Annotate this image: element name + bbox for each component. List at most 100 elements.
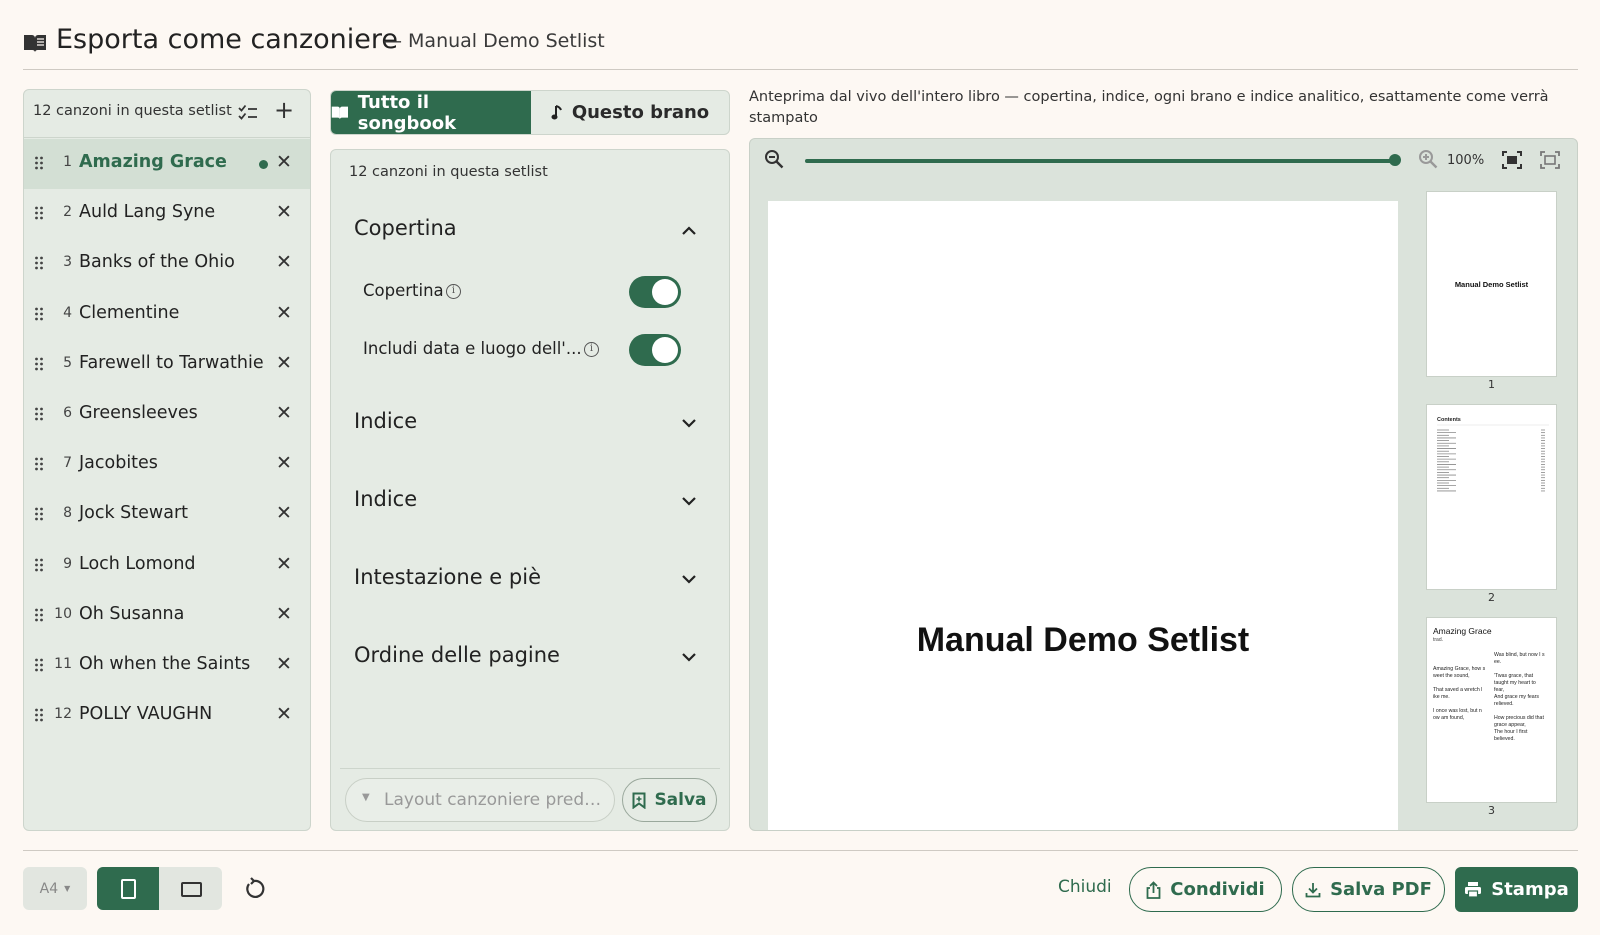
grip-icon[interactable]	[34, 307, 44, 321]
close-icon[interactable]: ✕	[276, 603, 292, 625]
chevron-up-icon[interactable]	[681, 226, 697, 236]
song-row[interactable]: 5 Farewell to Tarwathie ✕	[24, 340, 310, 390]
add-song-button[interactable]: +	[274, 96, 294, 124]
page-thumbnail[interactable]: Manual Demo Setlist	[1426, 191, 1557, 377]
song-row[interactable]: 11 Oh when the Saints ✕	[24, 641, 310, 691]
grip-icon[interactable]	[34, 507, 44, 521]
song-row[interactable]: 8 Jock Stewart ✕	[24, 490, 310, 540]
section-page-order[interactable]: Ordine delle pagine	[354, 643, 560, 667]
orientation-toggle	[97, 867, 222, 910]
section-analytic-index[interactable]: Indice	[354, 487, 417, 511]
song-row[interactable]: 12 POLLY VAUGHN ✕	[24, 691, 310, 741]
book-icon	[331, 106, 348, 120]
reset-icon[interactable]	[244, 877, 266, 899]
close-icon[interactable]: ✕	[276, 452, 292, 474]
cover-toggle-label: Copertina	[363, 281, 444, 300]
layout-preset-select[interactable]: ▼ Layout canzoniere prede...	[345, 778, 615, 822]
page-size-value: A4	[39, 880, 59, 897]
book-icon	[24, 35, 46, 52]
grip-icon[interactable]	[34, 708, 44, 722]
page-thumbnail[interactable]: Amazing Grace trad. Amazing Grace, how s…	[1426, 617, 1557, 803]
close-icon[interactable]: ✕	[276, 653, 292, 675]
save-layout-button[interactable]: Salva	[622, 778, 717, 822]
info-icon[interactable]: i	[584, 342, 599, 357]
close-icon[interactable]: ✕	[276, 251, 292, 273]
share-button[interactable]: Condividi	[1129, 867, 1282, 912]
song-number: 7	[63, 455, 72, 472]
song-row[interactable]: 6 Greensleeves ✕	[24, 390, 310, 440]
close-icon[interactable]: ✕	[276, 553, 292, 575]
song-number: 8	[63, 505, 72, 522]
song-title: Jacobites	[79, 453, 158, 474]
zoom-in-icon[interactable]	[1418, 149, 1438, 169]
save-pdf-button[interactable]: Salva PDF	[1292, 867, 1445, 912]
song-title: Auld Lang Syne	[79, 202, 216, 223]
song-number: 3	[63, 254, 72, 271]
zoom-out-icon[interactable]	[764, 149, 784, 169]
zoom-slider-track[interactable]	[805, 159, 1395, 163]
cover-toggle[interactable]	[629, 276, 681, 308]
song-row[interactable]: 9 Loch Lomond ✕	[24, 541, 310, 591]
close-icon[interactable]: ✕	[276, 703, 292, 725]
chevron-down-icon[interactable]	[681, 496, 697, 506]
setlist-panel: 12 canzoni in questa setlist + 1 Amazing …	[23, 89, 311, 831]
date-place-toggle[interactable]	[629, 334, 681, 366]
song-row[interactable]: 4 Clementine ✕	[24, 290, 310, 340]
export-scope-tabs: Tutto il songbook Questo brano	[330, 90, 730, 135]
grip-icon[interactable]	[34, 558, 44, 572]
share-icon	[1146, 880, 1161, 899]
section-index[interactable]: Indice	[354, 409, 417, 433]
section-cover[interactable]: Copertina	[354, 216, 457, 240]
portrait-button[interactable]	[97, 867, 159, 910]
chevron-down-icon[interactable]	[681, 418, 697, 428]
song-title: Banks of the Ohio	[79, 252, 235, 273]
download-icon	[1305, 882, 1321, 897]
dialog-title: Esporta come canzoniere	[56, 24, 398, 55]
song-number: 5	[63, 354, 72, 371]
chevron-down-icon[interactable]	[681, 652, 697, 662]
close-icon[interactable]: ✕	[276, 402, 292, 424]
close-icon[interactable]: ✕	[276, 302, 292, 324]
divider	[340, 768, 720, 769]
close-button[interactable]: Chiudi	[1058, 877, 1112, 897]
grip-icon[interactable]	[34, 156, 44, 170]
close-icon[interactable]: ✕	[276, 502, 292, 524]
chevron-down-icon[interactable]	[681, 574, 697, 584]
layout-preset-placeholder: Layout canzoniere prede...	[384, 790, 604, 810]
grip-icon[interactable]	[34, 206, 44, 220]
song-row[interactable]: 1 Amazing Grace ✕	[24, 139, 310, 189]
grip-icon[interactable]	[34, 357, 44, 371]
checklist-icon[interactable]	[238, 104, 258, 122]
song-row[interactable]: 3 Banks of the Ohio ✕	[24, 239, 310, 289]
grip-icon[interactable]	[34, 608, 44, 622]
song-row[interactable]: 7 Jacobites ✕	[24, 440, 310, 490]
song-title: Clementine	[79, 302, 180, 323]
close-icon[interactable]: ✕	[276, 201, 292, 223]
print-button[interactable]: Stampa	[1455, 867, 1578, 912]
page-number: 2	[1488, 591, 1495, 604]
info-icon[interactable]: i	[446, 284, 461, 299]
close-icon[interactable]: ✕	[276, 151, 292, 173]
grip-icon[interactable]	[34, 407, 44, 421]
song-row[interactable]: 2 Auld Lang Syne ✕	[24, 189, 310, 239]
fit-width-icon[interactable]	[1540, 151, 1560, 169]
toggle-knob	[652, 337, 678, 363]
tab-whole-songbook[interactable]: Tutto il songbook	[331, 91, 531, 134]
save-layout-label: Salva	[654, 790, 707, 810]
preview-page: Manual Demo Setlist	[768, 201, 1398, 830]
grip-icon[interactable]	[34, 658, 44, 672]
page-thumbnail[interactable]: Contents	[1426, 404, 1557, 590]
section-header-footer[interactable]: Intestazione e piè	[354, 565, 541, 589]
grip-icon[interactable]	[34, 457, 44, 471]
export-options-panel: 12 canzoni in questa setlist Copertina C…	[330, 149, 730, 831]
close-icon[interactable]: ✕	[276, 352, 292, 374]
page-number: 1	[1488, 378, 1495, 391]
thumbnail-lyrics-right: Was blind, but now I s ee. 'Twas grace, …	[1494, 652, 1545, 742]
fit-page-icon[interactable]	[1502, 151, 1522, 169]
grip-icon[interactable]	[34, 256, 44, 270]
song-row[interactable]: 10 Oh Susanna ✕	[24, 591, 310, 641]
zoom-slider-handle[interactable]	[1389, 154, 1401, 166]
tab-this-song[interactable]: Questo brano	[531, 91, 729, 134]
footer-divider	[23, 850, 1578, 851]
page-size-select[interactable]: A4 ▼	[23, 867, 87, 910]
